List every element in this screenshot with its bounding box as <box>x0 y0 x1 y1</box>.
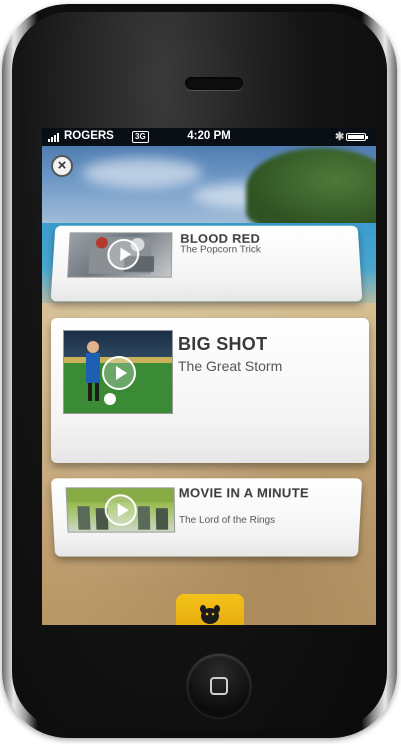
video-card[interactable]: MOVIE IN A MINUTE The Lord of the Rings <box>50 478 363 557</box>
play-icon[interactable] <box>102 356 136 390</box>
dog-icon <box>200 605 220 624</box>
video-thumbnail <box>63 330 173 414</box>
video-card[interactable]: BIG SHOT The Great Storm <box>51 318 369 463</box>
video-card[interactable]: BLOOD RED The Popcorn Trick <box>50 225 363 302</box>
play-icon[interactable] <box>104 494 138 526</box>
background-cloud <box>82 158 202 188</box>
bluetooth-icon: ✱ <box>335 131 345 143</box>
video-thumbnail <box>67 232 173 278</box>
bottom-tab-button[interactable] <box>176 594 244 625</box>
home-square-icon <box>210 677 228 695</box>
battery-icon <box>346 133 368 141</box>
app-screen: ROGERS 3G 4:20 PM ✱ × BLOOD RED The Popc… <box>42 128 376 625</box>
card-subtitle: The Great Storm <box>178 358 283 374</box>
status-bar: ROGERS 3G 4:20 PM ✱ <box>42 128 376 146</box>
speaker-grille <box>185 77 243 90</box>
card-subtitle: The Popcorn Trick <box>180 244 261 256</box>
card-title: MOVIE IN A MINUTE <box>178 485 310 501</box>
video-thumbnail <box>65 487 176 533</box>
card-title: BIG SHOT <box>178 334 268 354</box>
status-time: 4:20 PM <box>187 130 231 142</box>
close-button[interactable]: × <box>51 155 73 177</box>
home-button[interactable] <box>187 654 251 718</box>
card-title: BLOOD RED <box>180 231 261 246</box>
close-icon: × <box>57 157 67 174</box>
background-island <box>246 148 376 228</box>
card-subtitle: The Lord of the Rings <box>178 515 276 526</box>
